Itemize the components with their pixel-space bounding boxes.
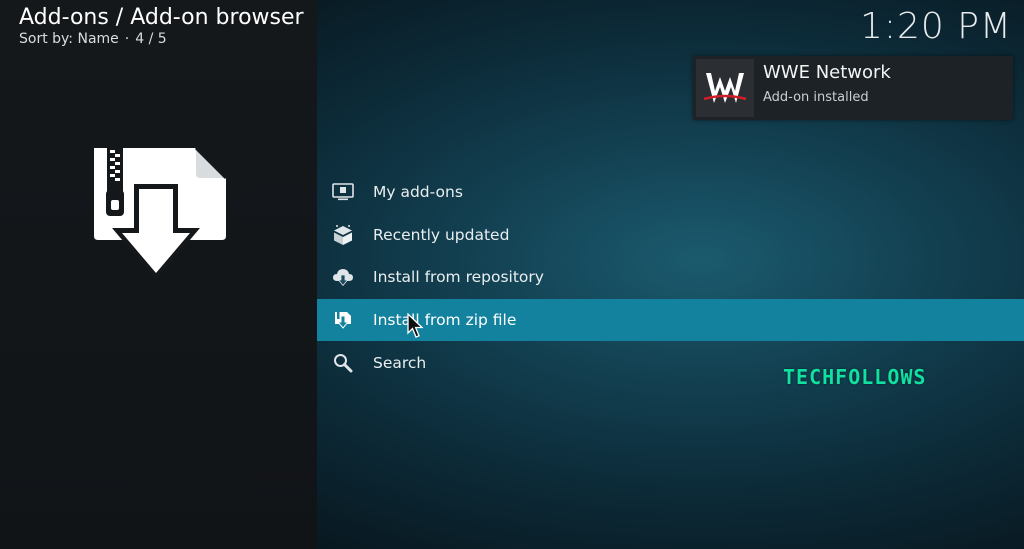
notification-message: Add-on installed [763,90,869,105]
menu-item-label: Install from repository [373,268,544,287]
menu-item-install-from-repository[interactable]: Install from repository [317,256,1024,299]
menu-item-label: Search [373,353,427,372]
kodi-screen: Add-ons / Add-on browser Sort by: Name · 4… [0,0,1024,549]
page-title: Add-ons / Add-on browser [19,5,304,30]
item-position: 4 / 5 [135,31,167,47]
clock: 1:20 PM [859,6,1012,47]
menu-item-label: Recently updated [373,225,510,244]
cloud-download-icon [332,266,354,288]
menu-item-my-addons[interactable]: My add-ons [317,171,1024,214]
open-box-icon [332,224,354,246]
sort-label[interactable]: Sort by: Name [19,31,119,47]
left-panel: Add-ons / Add-on browser Sort by: Name · 4… [0,0,317,549]
separator-dot: · [124,31,130,47]
zip-install-illustration-icon [94,146,228,280]
techfollows-watermark: TECHFOLLOWS [783,365,927,389]
sort-info: Sort by: Name · 4 / 5 [19,30,167,48]
wwe-logo-icon [696,59,754,117]
notification-toast: WWE Network Add-on installed [693,56,1013,120]
mouse-pointer-icon [407,313,424,338]
search-icon [332,352,354,374]
zip-install-icon [332,309,354,331]
monitor-box-icon [332,181,354,203]
menu-item-label: Install from zip file [373,311,517,330]
addon-browser-menu: My add-ons Recently updated Install from… [317,171,1024,384]
menu-item-label: My add-ons [373,183,463,202]
menu-item-recently-updated[interactable]: Recently updated [317,214,1024,257]
notification-title: WWE Network [763,62,891,83]
